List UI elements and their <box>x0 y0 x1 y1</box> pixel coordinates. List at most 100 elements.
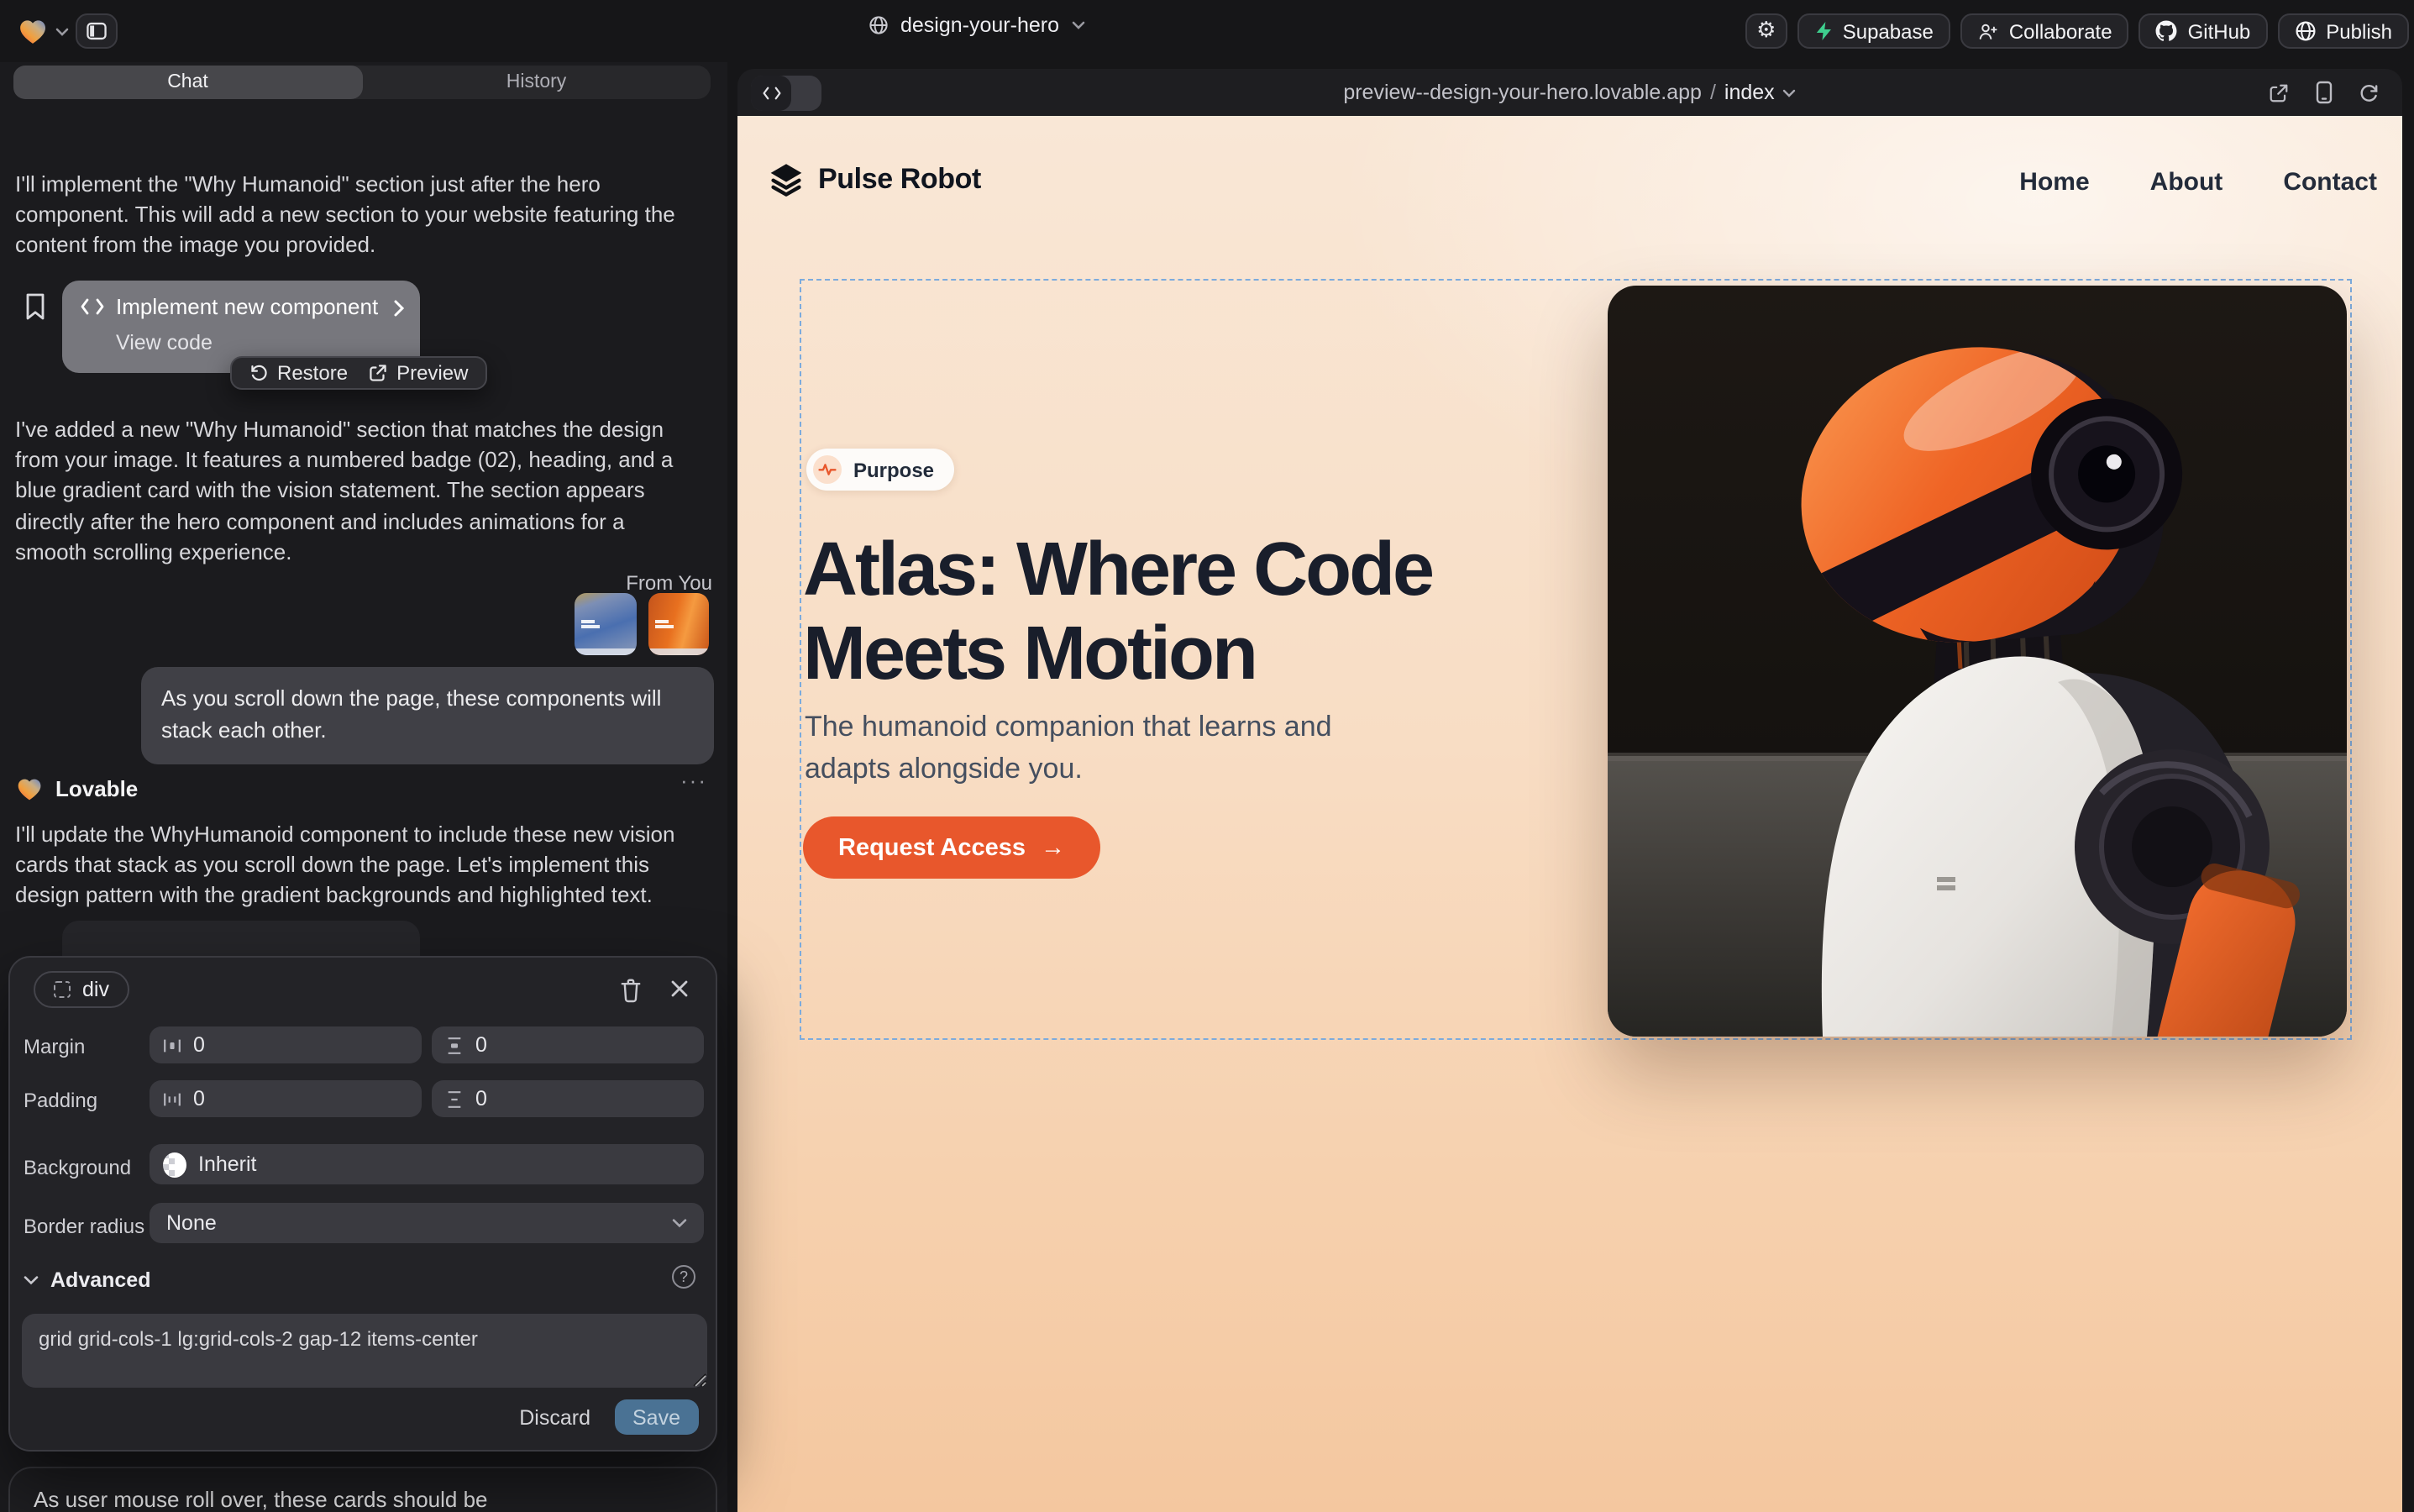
assistant-header: Lovable <box>15 774 138 803</box>
nav-link-about[interactable]: About <box>2150 168 2223 197</box>
selected-element-tag: div <box>82 978 109 1001</box>
advanced-toggle[interactable]: Advanced <box>24 1268 151 1292</box>
collaborate-button[interactable]: Collaborate <box>1960 13 2129 49</box>
chevron-down-icon <box>1783 88 1797 97</box>
chevron-down-icon <box>55 26 69 36</box>
hero-badge: Purpose <box>806 449 954 491</box>
view-code-link[interactable]: View code <box>116 331 213 354</box>
chat-tabbar: Chat History <box>13 66 711 99</box>
close-icon[interactable] <box>670 979 689 998</box>
margin-x-icon <box>163 1036 181 1054</box>
message-hover-actions: Restore Preview <box>230 356 486 390</box>
panel-left-icon <box>86 20 108 42</box>
project-selector[interactable]: design-your-hero <box>869 13 1084 37</box>
from-you-label: From You <box>626 571 712 595</box>
selection-box-icon <box>54 981 71 998</box>
chat-composer[interactable]: As user mouse roll over, these cards sho… <box>8 1467 717 1512</box>
padding-y-icon <box>445 1089 464 1108</box>
trash-icon[interactable] <box>620 978 642 1003</box>
composer-draft-text[interactable]: As user mouse roll over, these cards sho… <box>34 1487 488 1512</box>
pulse-icon <box>813 455 842 484</box>
save-button[interactable]: Save <box>614 1399 699 1435</box>
code-icon <box>81 297 104 316</box>
help-icon[interactable]: ? <box>672 1265 695 1289</box>
discard-button[interactable]: Discard <box>519 1405 590 1429</box>
arrow-right-icon: → <box>1041 834 1065 861</box>
attachment-thumbnail-orange[interactable] <box>648 593 709 655</box>
supabase-bolt-icon <box>1814 20 1833 42</box>
padding-x-field[interactable] <box>150 1080 422 1117</box>
robot-hero-image <box>1608 286 2347 1037</box>
attachment-thumbnail-blue[interactable] <box>575 593 637 655</box>
restore-icon <box>249 363 269 383</box>
app-topbar: design-your-hero ⚙ Supabase Collaborate … <box>0 0 2414 62</box>
restore-button[interactable]: Restore <box>249 361 348 385</box>
preview-button[interactable]: Preview <box>368 361 468 385</box>
selected-element-chip[interactable]: div <box>34 971 129 1008</box>
assistant-name: Lovable <box>55 776 138 801</box>
inspector-footer: Discard Save <box>519 1399 699 1435</box>
project-name: design-your-hero <box>900 13 1059 37</box>
sidebar-toggle-button[interactable] <box>76 13 118 49</box>
preview-pane: preview--design-your-hero.lovable.app / … <box>737 69 2402 1512</box>
nav-link-home[interactable]: Home <box>2019 168 2089 197</box>
chevron-right-icon <box>393 299 405 318</box>
preview-url-host: preview--design-your-hero.lovable.app <box>1343 81 1702 104</box>
hero-heading: Atlas: Where Code Meets Motion <box>803 528 1432 696</box>
message-menu-button[interactable]: ··· <box>680 768 707 793</box>
person-plus-icon <box>1977 21 1999 41</box>
margin-y-field[interactable] <box>432 1026 704 1063</box>
chevron-down-icon <box>1071 20 1084 30</box>
preview-toolbar: preview--design-your-hero.lovable.app / … <box>737 69 2402 116</box>
publish-button[interactable]: Publish <box>2277 13 2409 49</box>
advanced-classes-textarea[interactable]: grid grid-cols-1 lg:grid-cols-2 gap-12 i… <box>22 1314 707 1388</box>
hero-badge-label: Purpose <box>853 458 934 481</box>
tab-history[interactable]: History <box>362 66 711 99</box>
supabase-button[interactable]: Supabase <box>1797 13 1950 49</box>
border-radius-label: Border radius <box>24 1215 144 1238</box>
settings-button[interactable]: ⚙ <box>1745 13 1787 49</box>
globe-icon <box>869 15 889 35</box>
preview-url-separator: / <box>1710 81 1716 104</box>
lovable-logo-menu[interactable] <box>17 15 69 47</box>
tab-chat[interactable]: Chat <box>13 66 362 99</box>
assistant-message: I've added a new "Why Humanoid" section … <box>15 415 697 568</box>
chat-sidebar: Chat History I'll implement the "Why Hum… <box>0 62 727 1512</box>
user-message-bubble: As you scroll down the page, these compo… <box>141 667 714 764</box>
refresh-button[interactable] <box>2359 81 2380 103</box>
globe-icon <box>2294 20 2316 42</box>
request-access-button[interactable]: Request Access → <box>803 816 1100 879</box>
background-label: Background <box>24 1156 131 1179</box>
hero-subtitle: The humanoid companion that learns and a… <box>805 706 1396 790</box>
lovable-heart-icon <box>15 774 44 803</box>
margin-label: Margin <box>24 1035 85 1058</box>
padding-label: Padding <box>24 1089 97 1112</box>
element-inspector-panel: div Margin <box>8 894 717 1452</box>
site-nav: Home About Contact <box>2019 168 2377 197</box>
layers-logo-icon <box>768 161 805 198</box>
lovable-heart-icon <box>17 15 49 47</box>
transparency-swatch-icon <box>163 1152 186 1177</box>
bookmark-icon[interactable] <box>25 292 45 321</box>
assistant-message: I'll implement the "Why Humanoid" sectio… <box>15 170 690 261</box>
background-field[interactable] <box>150 1144 704 1184</box>
nav-link-contact[interactable]: Contact <box>2283 168 2377 197</box>
preview-url-page: index <box>1724 81 1775 104</box>
mobile-view-button[interactable] <box>2315 81 2333 104</box>
topbar-actions: ⚙ Supabase Collaborate GitHub Publish <box>1745 13 2409 49</box>
border-radius-select[interactable]: None <box>150 1203 704 1243</box>
external-link-icon <box>368 363 388 383</box>
github-icon <box>2156 20 2178 42</box>
margin-x-field[interactable] <box>150 1026 422 1063</box>
preview-url[interactable]: preview--design-your-hero.lovable.app / … <box>737 69 2402 116</box>
gear-icon: ⚙ <box>1756 18 1776 44</box>
site-brand[interactable]: Pulse Robot <box>768 161 981 198</box>
component-card-title: Implement new component <box>116 294 378 319</box>
chevron-down-icon <box>672 1218 687 1228</box>
github-button[interactable]: GitHub <box>2139 13 2268 49</box>
chevron-down-icon <box>24 1275 39 1285</box>
padding-y-field[interactable] <box>432 1080 704 1117</box>
padding-x-icon <box>163 1089 181 1108</box>
margin-y-icon <box>445 1036 464 1054</box>
open-external-button[interactable] <box>2268 81 2290 103</box>
